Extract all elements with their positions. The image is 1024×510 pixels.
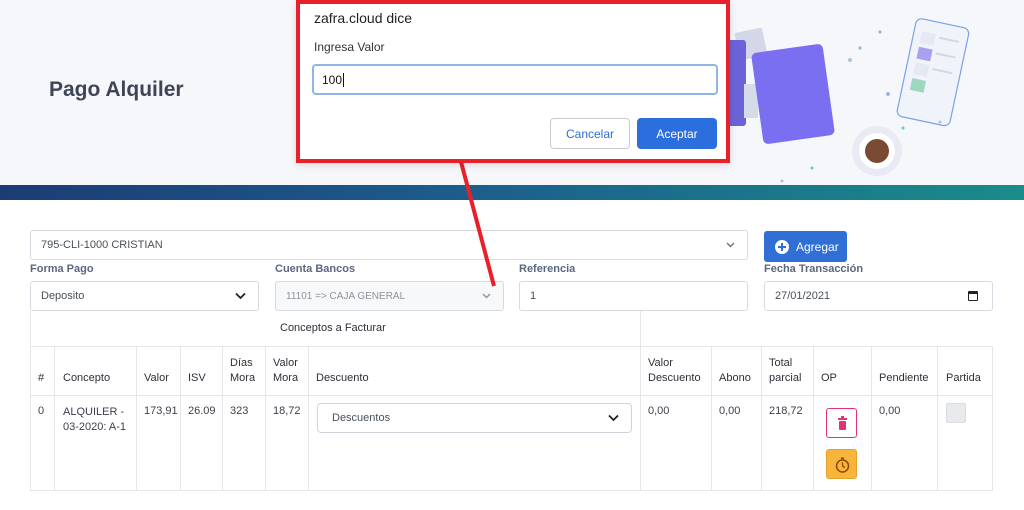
fecha-value: 27/01/2021	[775, 290, 831, 302]
col-header-num: #	[38, 372, 45, 384]
col-header-total-parcial: Total parcial	[769, 356, 801, 386]
col-header-valor-descuento-line2: Descuento	[648, 372, 701, 384]
ingresa-valor-input[interactable]: 100	[312, 64, 718, 95]
fecha-transaccion-label: Fecha Transacción	[764, 263, 864, 275]
col-header-dias-mora: Días Mora	[230, 356, 255, 386]
cell-isv: 26.09	[188, 405, 216, 417]
col-header-total-parcial-line2: parcial	[769, 372, 802, 384]
chevron-down-icon	[235, 292, 246, 300]
descuento-value: Descuentos	[332, 412, 391, 424]
cancel-button[interactable]: Cancelar	[550, 118, 630, 149]
cell-valor: 173,91	[144, 405, 178, 417]
referencia-input[interactable]: 1	[519, 281, 748, 311]
cuenta-bancos-value: 11101 => CAJA GENERAL	[286, 290, 406, 302]
col-header-valor-mora-line2: Mora	[273, 372, 299, 384]
cell-abono: 0,00	[719, 405, 741, 417]
conceptos-table: Conceptos a Facturar # Concepto Valor IS…	[30, 311, 993, 491]
col-header-abono: Abono	[719, 372, 751, 384]
delete-row-button[interactable]	[826, 408, 857, 438]
col-header-valor-descuento-line1: Valor	[648, 357, 673, 369]
forma-pago-select[interactable]: Deposito	[30, 281, 259, 311]
page: Pago Alquiler 795-CLI-1000 CRISTIAN Agre…	[0, 0, 1024, 510]
timer-button[interactable]	[826, 449, 857, 479]
col-header-dias-mora-line1: Días	[230, 357, 253, 369]
col-header-op: OP	[821, 372, 837, 384]
header-gradient-bar	[0, 185, 1024, 200]
cliente-select[interactable]: 795-CLI-1000 CRISTIAN	[30, 230, 748, 260]
prompt-dialog: zafra.cloud dice Ingresa Valor 100 Cance…	[296, 0, 730, 163]
forma-pago-value: Deposito	[41, 290, 85, 302]
chevron-down-icon	[608, 414, 619, 422]
col-header-pendiente: Pendiente	[879, 372, 929, 384]
fecha-transaccion-input[interactable]: 27/01/2021	[764, 281, 993, 311]
col-header-dias-mora-line2: Mora	[230, 372, 256, 384]
col-header-valor: Valor	[144, 372, 169, 384]
accept-button[interactable]: Aceptar	[637, 118, 717, 149]
chevron-down-icon	[726, 242, 735, 248]
forma-pago-label: Forma Pago	[30, 263, 94, 275]
referencia-value: 1	[530, 290, 537, 302]
cliente-value: 795-CLI-1000 CRISTIAN	[41, 239, 163, 251]
cell-concepto: ALQUILER - 03-2020: A-1	[63, 405, 126, 435]
descuento-select[interactable]: Descuentos	[317, 403, 632, 433]
partida-checkbox[interactable]	[946, 403, 966, 423]
timer-icon	[835, 457, 850, 473]
col-header-concepto: Concepto	[63, 372, 111, 384]
page-title: Pago Alquiler	[49, 78, 184, 101]
dialog-title: zafra.cloud dice	[314, 10, 413, 26]
col-header-valor-descuento: Valor Descuento	[648, 356, 701, 386]
ingresa-valor-value: 100	[322, 72, 343, 87]
cuenta-bancos-select[interactable]: 11101 => CAJA GENERAL	[275, 281, 504, 311]
calendar-icon[interactable]	[968, 291, 978, 301]
cell-pendiente: 0,00	[879, 405, 901, 417]
agregar-button[interactable]: Agregar	[764, 231, 847, 262]
referencia-label: Referencia	[519, 263, 576, 275]
cell-valor-mora: 18,72	[273, 405, 301, 417]
col-header-valor-mora-line1: Valor	[273, 357, 298, 369]
col-header-descuento: Descuento	[316, 372, 369, 384]
col-header-partida: Partida	[946, 372, 981, 384]
trash-icon	[838, 416, 847, 430]
conceptos-group-header: Conceptos a Facturar	[280, 322, 386, 334]
plus-circle-icon	[775, 239, 789, 254]
cell-valor-descuento: 0,00	[648, 405, 670, 417]
col-header-valor-mora: Valor Mora	[273, 356, 298, 386]
cell-dias-mora: 323	[230, 405, 249, 417]
col-header-isv: ISV	[188, 372, 206, 384]
cell-concepto-line2: 03-2020: A-1	[63, 421, 126, 433]
cell-num: 0	[38, 405, 45, 417]
cell-concepto-line1: ALQUILER -	[63, 406, 125, 418]
agregar-label: Agregar	[796, 239, 839, 254]
col-header-total-parcial-line1: Total	[769, 357, 793, 369]
dialog-message: Ingresa Valor	[314, 40, 385, 54]
cuenta-bancos-label: Cuenta Bancos	[275, 263, 356, 275]
chevron-down-icon	[482, 293, 491, 299]
text-caret	[343, 72, 345, 87]
cell-total-parcial: 218,72	[769, 405, 803, 417]
